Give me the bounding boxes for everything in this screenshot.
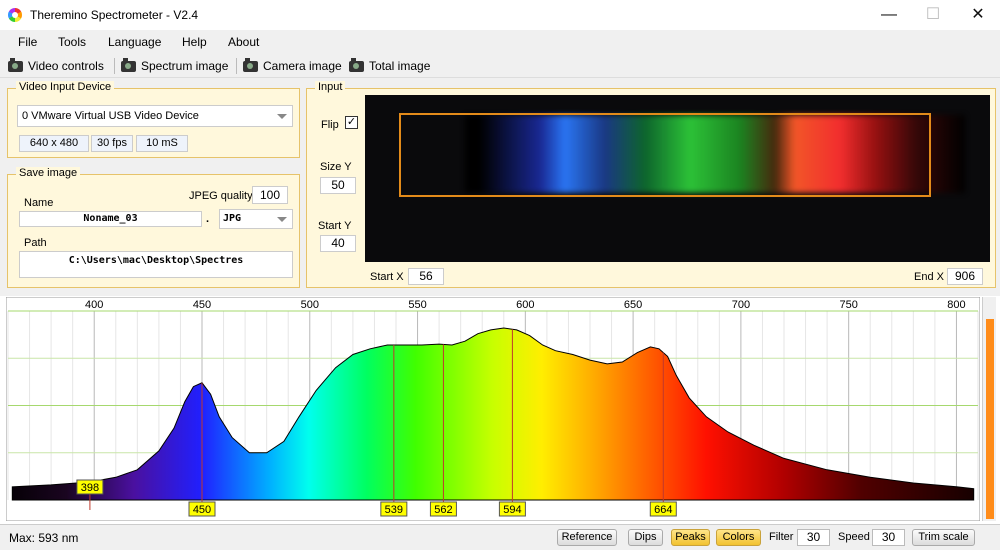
maximize-button[interactable]: ☐ [918,4,948,26]
start-x-input[interactable]: 56 [408,268,444,285]
menu-file[interactable]: File [18,35,37,49]
save-path-input[interactable]: C:\Users\mac\Desktop\Spectres [19,251,293,278]
x-tick-label: 450 [193,299,211,311]
end-x-input[interactable]: 906 [947,268,983,285]
jpeg-quality-label: JPEG quality [189,190,253,202]
x-tick-label: 500 [301,299,319,311]
speed-label: Speed [838,531,870,543]
toolbar: Video controls Spectrum image Camera ima… [0,54,1000,78]
spectrum-image-button[interactable]: Spectrum image [121,57,228,75]
x-tick-label: 550 [408,299,426,311]
camera-icon [121,57,136,72]
filter-input[interactable]: 30 [797,529,830,546]
video-input-title: Video Input Device [16,81,115,93]
video-controls-label: Video controls [28,59,104,73]
title-bar: Theremino Spectrometer - V2.4 — ☐ ✕ [0,0,1000,30]
video-camera-icon [8,57,23,72]
save-image-title: Save image [16,167,81,179]
level-meter-fill [986,319,994,519]
dips-button[interactable]: Dips [628,529,663,546]
peaks-button[interactable]: Peaks [671,529,710,546]
video-input-group: Video Input Device 0 VMware Virtual USB … [7,81,300,158]
toolbar-separator [236,58,237,74]
menu-about[interactable]: About [228,35,259,49]
filter-label: Filter [769,531,794,543]
chevron-down-icon [277,217,287,222]
resolution-field[interactable]: 640 x 480 [19,135,89,152]
flip-label: Flip [321,119,339,131]
x-tick-label: 400 [85,299,103,311]
menu-language[interactable]: Language [108,35,161,49]
start-x-label: Start X [370,271,404,283]
camera-image-label: Camera image [263,59,342,73]
name-label: Name [24,197,54,209]
menu-bar: File Tools Language Help About [0,30,1000,54]
reference-button[interactable]: Reference [557,529,617,546]
video-device-select[interactable]: 0 VMware Virtual USB Video Device [17,105,293,127]
chevron-down-icon [277,114,287,119]
app-logo-icon [8,8,22,22]
x-tick-label: 800 [947,299,965,311]
speed-input[interactable]: 30 [872,529,905,546]
peak-label: 398 [81,482,99,494]
input-title: Input [315,81,346,93]
roi-rectangle[interactable] [399,113,931,197]
flip-checkbox[interactable]: ✓ [345,116,358,129]
toolbar-separator [114,58,115,74]
camera-image-button[interactable]: Camera image [243,57,342,75]
camera-icon [243,57,258,72]
window-title: Theremino Spectrometer - V2.4 [30,8,199,22]
spectrum-chart-svg: 400 450 500 550 600 650 700 750 800 398450 539 562… [6,297,980,521]
minimize-button[interactable]: — [874,4,904,26]
x-tick-label: 750 [839,299,857,311]
camera-preview[interactable] [365,95,990,262]
video-device-value: 0 VMware Virtual USB Video Device [22,110,199,122]
menu-help[interactable]: Help [182,35,207,49]
x-tick-label: 600 [516,299,534,311]
end-x-label: End X [914,271,944,283]
extension-dot: . [206,213,210,225]
trim-scale-button[interactable]: Trim scale [912,529,975,546]
save-image-group: Save image Name JPEG quality 100 Noname_… [7,167,300,288]
level-meter [982,297,996,521]
jpeg-quality-input[interactable]: 100 [252,186,288,204]
size-y-input[interactable]: 50 [320,177,356,194]
x-tick-label: 650 [624,299,642,311]
status-bar: Max: 593 nm Reference Dips Peaks Colors … [0,524,1000,550]
menu-tools[interactable]: Tools [58,35,86,49]
x-tick-label: 700 [732,299,750,311]
total-image-label: Total image [369,59,431,73]
colors-button[interactable]: Colors [716,529,761,546]
video-controls-button[interactable]: Video controls [8,57,104,75]
exposure-field[interactable]: 10 mS [136,135,188,152]
size-y-label: Size Y [320,161,352,173]
file-format-select[interactable]: JPG [219,209,293,229]
max-wavelength-readout: Max: 593 nm [9,531,79,545]
close-button[interactable]: ✕ [963,4,993,26]
start-y-label: Start Y [318,220,352,232]
camera-icon [349,57,364,72]
total-image-button[interactable]: Total image [349,57,430,75]
file-format-value: JPG [223,213,242,224]
path-label: Path [24,237,47,249]
spectrum-image-label: Spectrum image [141,59,229,73]
start-y-input[interactable]: 40 [320,235,356,252]
spectrum-chart[interactable]: 400 450 500 550 600 650 700 750 800 398 450 539 562… [6,297,980,521]
fps-field[interactable]: 30 fps [91,135,133,152]
file-name-input[interactable]: Noname_03 [19,211,202,227]
